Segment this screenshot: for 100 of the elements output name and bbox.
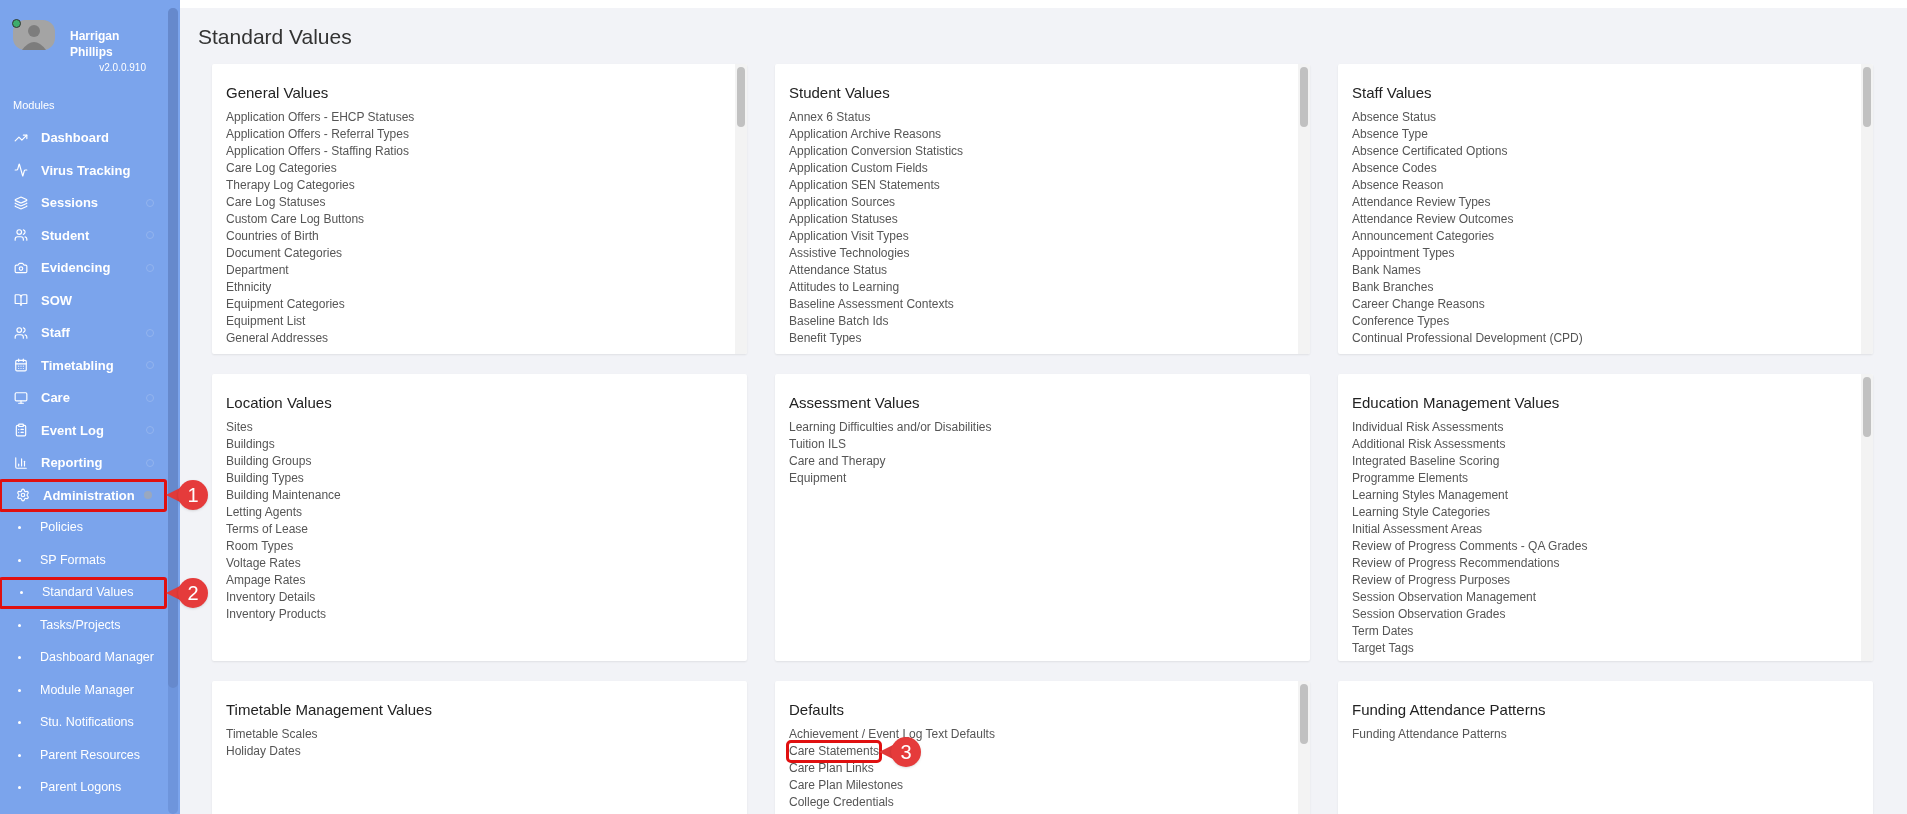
value-link[interactable]: Timetable Scales bbox=[226, 726, 318, 743]
nav-label: Sessions bbox=[41, 194, 99, 212]
value-link[interactable]: Countries of Birth bbox=[226, 228, 319, 245]
pulse-icon bbox=[14, 163, 28, 178]
value-link[interactable]: Bank Branches bbox=[1352, 279, 1434, 296]
value-link[interactable]: Care Plan Links bbox=[789, 760, 874, 777]
value-link[interactable]: Additional Risk Assessments bbox=[1352, 436, 1506, 453]
value-link[interactable]: Attendance Review Types bbox=[1352, 194, 1491, 211]
value-link[interactable]: Equipment Categories bbox=[226, 296, 345, 313]
value-link[interactable]: Application SEN Statements bbox=[789, 177, 940, 194]
nav-label: SOW bbox=[41, 291, 73, 310]
value-link[interactable]: Benefit Types bbox=[789, 330, 862, 347]
card-title: Funding Attendance Patterns bbox=[1352, 699, 1547, 720]
value-link[interactable]: Care Plan Milestones bbox=[789, 777, 904, 794]
value-link[interactable]: Bank Names bbox=[1352, 262, 1421, 279]
value-link[interactable]: Document Categories bbox=[226, 245, 343, 262]
value-link[interactable]: Care and Therapy bbox=[789, 453, 886, 470]
value-link[interactable]: Building Maintenance bbox=[226, 487, 341, 504]
nav-sublabel: Module Manager bbox=[40, 681, 134, 699]
book-icon bbox=[14, 293, 28, 308]
value-link[interactable]: Inventory Details bbox=[226, 589, 316, 606]
value-link[interactable]: Terms of Lease bbox=[226, 521, 309, 538]
value-link[interactable]: Equipment bbox=[789, 470, 847, 487]
value-link[interactable]: Tuition ILS bbox=[789, 436, 846, 453]
value-link[interactable]: Ampage Rates bbox=[226, 572, 306, 589]
value-link[interactable]: Absence Codes bbox=[1352, 160, 1437, 177]
clipboard-icon bbox=[14, 423, 28, 438]
value-link[interactable]: Buildings bbox=[226, 436, 275, 453]
value-link[interactable]: Term Dates bbox=[1352, 623, 1414, 640]
value-link[interactable]: College Credentials bbox=[789, 794, 894, 811]
value-link[interactable]: Building Groups bbox=[226, 453, 312, 470]
value-link[interactable]: Individual Risk Assessments bbox=[1352, 419, 1504, 436]
value-link[interactable]: Review of Progress Comments - QA Grades bbox=[1352, 538, 1588, 555]
value-link[interactable]: Funding Attendance Patterns bbox=[1352, 726, 1507, 743]
value-link[interactable]: Baseline Batch Ids bbox=[789, 313, 889, 330]
value-link[interactable]: Absence Type bbox=[1352, 126, 1428, 143]
nav-sublabel: Policies bbox=[40, 519, 84, 537]
callout-number: 1 bbox=[178, 480, 208, 511]
value-link[interactable]: Voltage Rates bbox=[226, 555, 301, 572]
value-link[interactable]: Custom Care Log Buttons bbox=[226, 211, 365, 228]
value-link[interactable]: General Addresses bbox=[226, 330, 329, 347]
nav-sublabel: Parent Resources bbox=[40, 746, 141, 764]
value-link[interactable]: Application Sources bbox=[789, 194, 896, 211]
value-link[interactable]: Session Observation Management bbox=[1352, 589, 1537, 606]
value-link[interactable]: Care Log Categories bbox=[226, 160, 337, 177]
value-link[interactable]: Building Types bbox=[226, 470, 304, 487]
value-link[interactable]: Therapy Log Categories bbox=[226, 177, 355, 194]
avatar-icon bbox=[13, 20, 55, 50]
nav-sublabel: Parent Logons bbox=[40, 779, 122, 797]
value-link[interactable]: Learning Difficulties and/or Disabilities bbox=[789, 419, 992, 436]
value-link[interactable]: Equipment List bbox=[226, 313, 306, 330]
value-link[interactable]: Application Offers - EHCP Statuses bbox=[226, 109, 415, 126]
bullet-icon bbox=[18, 623, 21, 627]
value-link[interactable]: Programme Elements bbox=[1352, 470, 1469, 487]
value-link[interactable]: Absence Certificated Options bbox=[1352, 143, 1508, 160]
value-link[interactable]: Application Archive Reasons bbox=[789, 126, 942, 143]
value-link[interactable]: Department bbox=[226, 262, 289, 279]
value-link[interactable]: Attendance Review Outcomes bbox=[1352, 211, 1514, 228]
value-link[interactable]: Baseline Assessment Contexts bbox=[789, 296, 954, 313]
value-link[interactable]: Appointment Types bbox=[1352, 245, 1455, 262]
value-link[interactable]: Application Offers - Referral Types bbox=[226, 126, 409, 143]
value-link[interactable]: Session Observation Grades bbox=[1352, 606, 1506, 623]
value-link[interactable]: Letting Agents bbox=[226, 504, 303, 521]
value-link[interactable]: Absence Reason bbox=[1352, 177, 1444, 194]
value-link[interactable]: Career Change Reasons bbox=[1352, 296, 1485, 313]
value-link[interactable]: Assistive Technologies bbox=[789, 245, 910, 262]
value-link[interactable]: Care Statements bbox=[789, 743, 880, 760]
value-link[interactable]: Inventory Products bbox=[226, 606, 327, 623]
value-link[interactable]: Review of Progress Purposes bbox=[1352, 572, 1511, 589]
value-link[interactable]: Learning Styles Management bbox=[1352, 487, 1509, 504]
value-link[interactable]: Conference Types bbox=[1352, 313, 1450, 330]
value-link[interactable]: Attitudes to Learning bbox=[789, 279, 900, 296]
value-link[interactable]: Holiday Dates bbox=[226, 743, 301, 760]
nav-label: Administration bbox=[43, 486, 135, 505]
value-link[interactable]: Initial Assessment Areas bbox=[1352, 521, 1483, 538]
value-link[interactable]: Application Statuses bbox=[789, 211, 898, 228]
value-link[interactable]: Application Custom Fields bbox=[789, 160, 928, 177]
value-link[interactable]: Annex 6 Status bbox=[789, 109, 871, 126]
value-link[interactable]: Application Visit Types bbox=[789, 228, 909, 245]
value-link[interactable]: Application Offers - Staffing Ratios bbox=[226, 143, 409, 160]
bullet-icon bbox=[18, 753, 21, 757]
nav-label: Student bbox=[41, 226, 90, 245]
value-link[interactable]: Continual Professional Development (CPD) bbox=[1352, 330, 1583, 347]
monitor-icon bbox=[14, 390, 28, 405]
bullet-icon bbox=[18, 688, 21, 692]
value-link[interactable]: Application Conversion Statistics bbox=[789, 143, 964, 160]
value-link[interactable]: Ethnicity bbox=[226, 279, 272, 296]
value-link[interactable]: Sites bbox=[226, 419, 253, 436]
value-link[interactable]: Absence Status bbox=[1352, 109, 1437, 126]
bullet-icon bbox=[18, 656, 21, 660]
value-link[interactable]: Attendance Status bbox=[789, 262, 888, 279]
value-link[interactable]: Learning Style Categories bbox=[1352, 504, 1491, 521]
value-link[interactable]: Announcement Categories bbox=[1352, 228, 1495, 245]
value-link[interactable]: Target Tags bbox=[1352, 640, 1414, 657]
value-link[interactable]: Care Log Statuses bbox=[226, 194, 326, 211]
value-link[interactable]: Integrated Baseline Scoring bbox=[1352, 453, 1500, 470]
card-title: Education Management Values bbox=[1352, 392, 1561, 413]
value-link[interactable]: Room Types bbox=[226, 538, 294, 555]
value-link[interactable]: Review of Progress Recommendations bbox=[1352, 555, 1560, 572]
modules-heading: Modules bbox=[12, 98, 56, 113]
